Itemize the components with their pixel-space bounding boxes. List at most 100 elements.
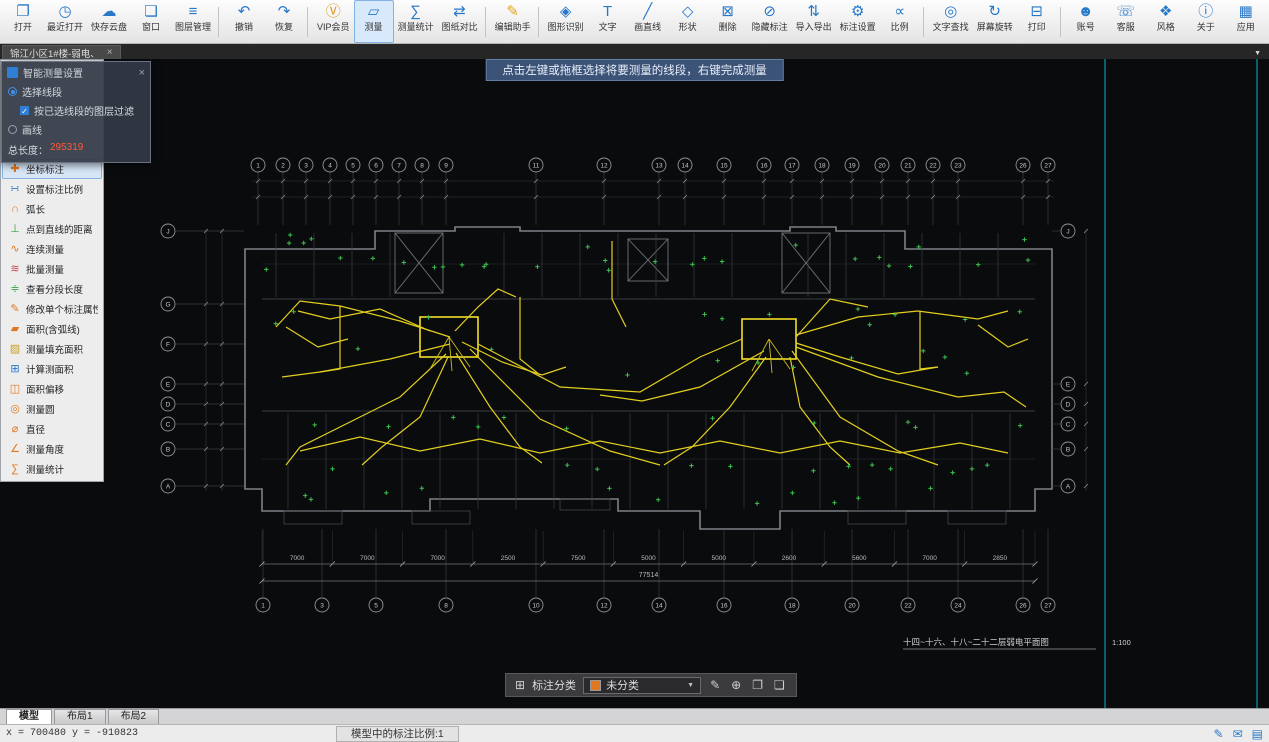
svg-text:C: C [1066,422,1071,429]
toolbar-button[interactable]: ▱ 测量 [353,0,394,43]
svg-text:8: 8 [444,603,448,610]
open-file-icon: ❐ [16,3,30,20]
tool-item[interactable]: ≑ 查看分段长度 [2,279,102,299]
radio-icon[interactable] [8,87,17,96]
layout-tab[interactable]: 布局1 [54,709,106,724]
tool-item[interactable]: ▨ 测量填充面积 [2,339,102,359]
tool-item[interactable]: ✎ 修改单个标注属性 [2,299,102,319]
toolbar-button[interactable]: ✎ 编辑助手 [491,0,539,43]
layout-tab[interactable]: 布局2 [107,709,160,724]
tool-item[interactable]: ⌀ 直径 [2,419,102,439]
toolbar-button[interactable]: T 文字 [588,0,628,43]
toolbar-button[interactable]: ⚙ 标注设置 [836,0,880,43]
toolbar-button[interactable]: ≡ 图层管理 [171,0,220,43]
toolbar-button[interactable]: ↶ 撤销 [224,0,264,43]
copy-icon[interactable]: ❐ [750,678,765,692]
close-icon[interactable]: × [107,47,113,58]
chevron-down-icon[interactable]: ▼ [1254,50,1269,59]
svg-text:2850: 2850 [993,555,1008,562]
toolbar-button[interactable]: ↻ 屏幕旋转 [973,0,1017,43]
toolbar-button[interactable]: ◎ 文字查找 [929,0,973,43]
monitor-icon[interactable]: ▤ [1252,728,1263,740]
svg-text:24: 24 [954,603,962,610]
edit-icon[interactable]: ✎ [1214,728,1224,740]
drawing-canvas[interactable]: 1 2 3 4 5 6 7 8 9 11 12 13 14 15 16 17 18 19 20 21 22 23 26 27 1… [0,59,1269,708]
svg-text:22: 22 [929,163,937,170]
svg-text:14: 14 [681,163,689,170]
import-export-icon: ⇅ [807,3,820,20]
paste-icon[interactable]: ❏ [772,678,787,692]
toolbar-button[interactable]: ⓘ 关于 [1186,0,1226,43]
toolbar-button[interactable]: ▦ 应用 [1226,0,1266,43]
check-icon[interactable]: ✓ [20,106,29,116]
total-length-label: 总长度： [8,146,48,157]
toolbar-button[interactable]: ╱ 画直线 [628,0,668,43]
layout-tab[interactable]: 模型 [6,709,52,724]
svg-text:8: 8 [420,163,424,170]
toolbar-button[interactable]: ⇄ 图纸对比 [438,0,486,43]
option-layer-filter[interactable]: ✓ 按已选线段的图层过滤 [2,101,150,120]
measure-stats-icon: ∑ [410,3,421,20]
tool-item[interactable]: ∩ 弧长 [2,199,102,219]
tool-item[interactable]: ⊞ 计算测面积 [2,359,102,379]
toolbar-button[interactable]: ◇ 形状 [668,0,708,43]
toolbar-button[interactable]: ↷ 恢复 [264,0,309,43]
toolbar-button[interactable]: ◷ 最近打开 [43,0,87,43]
svg-text:5600: 5600 [852,555,867,562]
document-tab[interactable]: 锦江小区1#楼-弱电、 × [2,45,121,60]
option-select-segments[interactable]: 选择线段 [2,82,150,101]
toolbar-button[interactable]: ☻ 账号 [1066,0,1106,43]
tool-item[interactable]: ∠ 测量角度 [2,439,102,459]
mail-icon[interactable]: ✉ [1233,728,1243,740]
toolbar-button[interactable]: ⊟ 打印 [1017,0,1061,43]
tool-item[interactable]: ∺ 设置标注比例 [2,179,102,199]
toolbar-button[interactable]: ◈ 图形识别 [544,0,588,43]
svg-text:D: D [1066,402,1071,409]
toolbar-button[interactable]: Ⓥ VIP会员 [313,0,354,43]
measure-circle-icon: ◎ [10,403,20,415]
svg-text:2600: 2600 [782,555,797,562]
svg-text:20: 20 [878,163,886,170]
toolbar-button[interactable]: ⇅ 导入导出 [792,0,836,43]
toolbar-button[interactable]: ❖ 风格 [1146,0,1186,43]
tool-item[interactable]: ◎ 测量圆 [2,399,102,419]
total-length: 总长度： 295319 [2,139,150,162]
svg-text:15: 15 [720,163,728,170]
toolbar-button[interactable]: ❏ 窗口 [131,0,171,43]
toolbar-button[interactable]: ☁ 快存云盘 [87,0,131,43]
svg-text:27: 27 [1044,163,1052,170]
move-icon[interactable]: ⊕ [729,678,743,692]
tool-stats-icon: ∑ [11,463,19,475]
svg-text:19: 19 [848,163,856,170]
category-dropdown[interactable]: 未分类 ▼ [583,676,702,694]
grid-icon: ⊞ [515,678,526,692]
tool-item[interactable]: ∑ 测量统计 [2,459,102,479]
tool-item[interactable]: ∿ 连续测量 [2,239,102,259]
svg-text:2: 2 [281,163,285,170]
tool-item[interactable]: ◫ 面积偏移 [2,379,102,399]
toolbar-button[interactable]: ∑ 测量统计 [394,0,438,43]
toolbar-button[interactable]: ❐ 打开 [3,0,43,43]
svg-text:7000: 7000 [290,555,305,562]
svg-text:7500: 7500 [571,555,586,562]
tool-item[interactable]: ≋ 批量测量 [2,259,102,279]
annotation-classify-bar: ⊞ 标注分类 未分类 ▼ ✎ ⊕ ❐ ❏ [505,673,797,697]
svg-text:77514: 77514 [639,572,659,579]
toolbar-button[interactable]: ⊠ 删除 [708,0,748,43]
toolbar-button[interactable]: ☏ 客服 [1106,0,1146,43]
status-bar: x = 700480 y = -910823 模型中的标注比例:1 ✎ ✉ ▤ [0,724,1269,742]
toolbar-button[interactable]: ⊘ 隐藏标注 [748,0,792,43]
recent-icon: ◷ [58,3,72,20]
radio-icon[interactable] [8,125,17,134]
toolbar-button[interactable]: ∝ 比例 [880,0,924,43]
segment-length-icon: ≑ [10,283,20,295]
tool-item[interactable]: ▰ 面积(含弧线) [2,319,102,339]
tool-item[interactable]: ⊥ 点到直线的距离 [2,219,102,239]
edit-icon[interactable]: ✎ [708,678,722,692]
svg-text:B: B [1066,447,1070,454]
svg-text:10: 10 [532,603,540,610]
option-draw-line[interactable]: 画线 [2,120,150,139]
svg-text:B: B [166,447,170,454]
close-icon[interactable]: × [139,67,145,78]
measure-angle-icon: ∠ [10,443,20,455]
